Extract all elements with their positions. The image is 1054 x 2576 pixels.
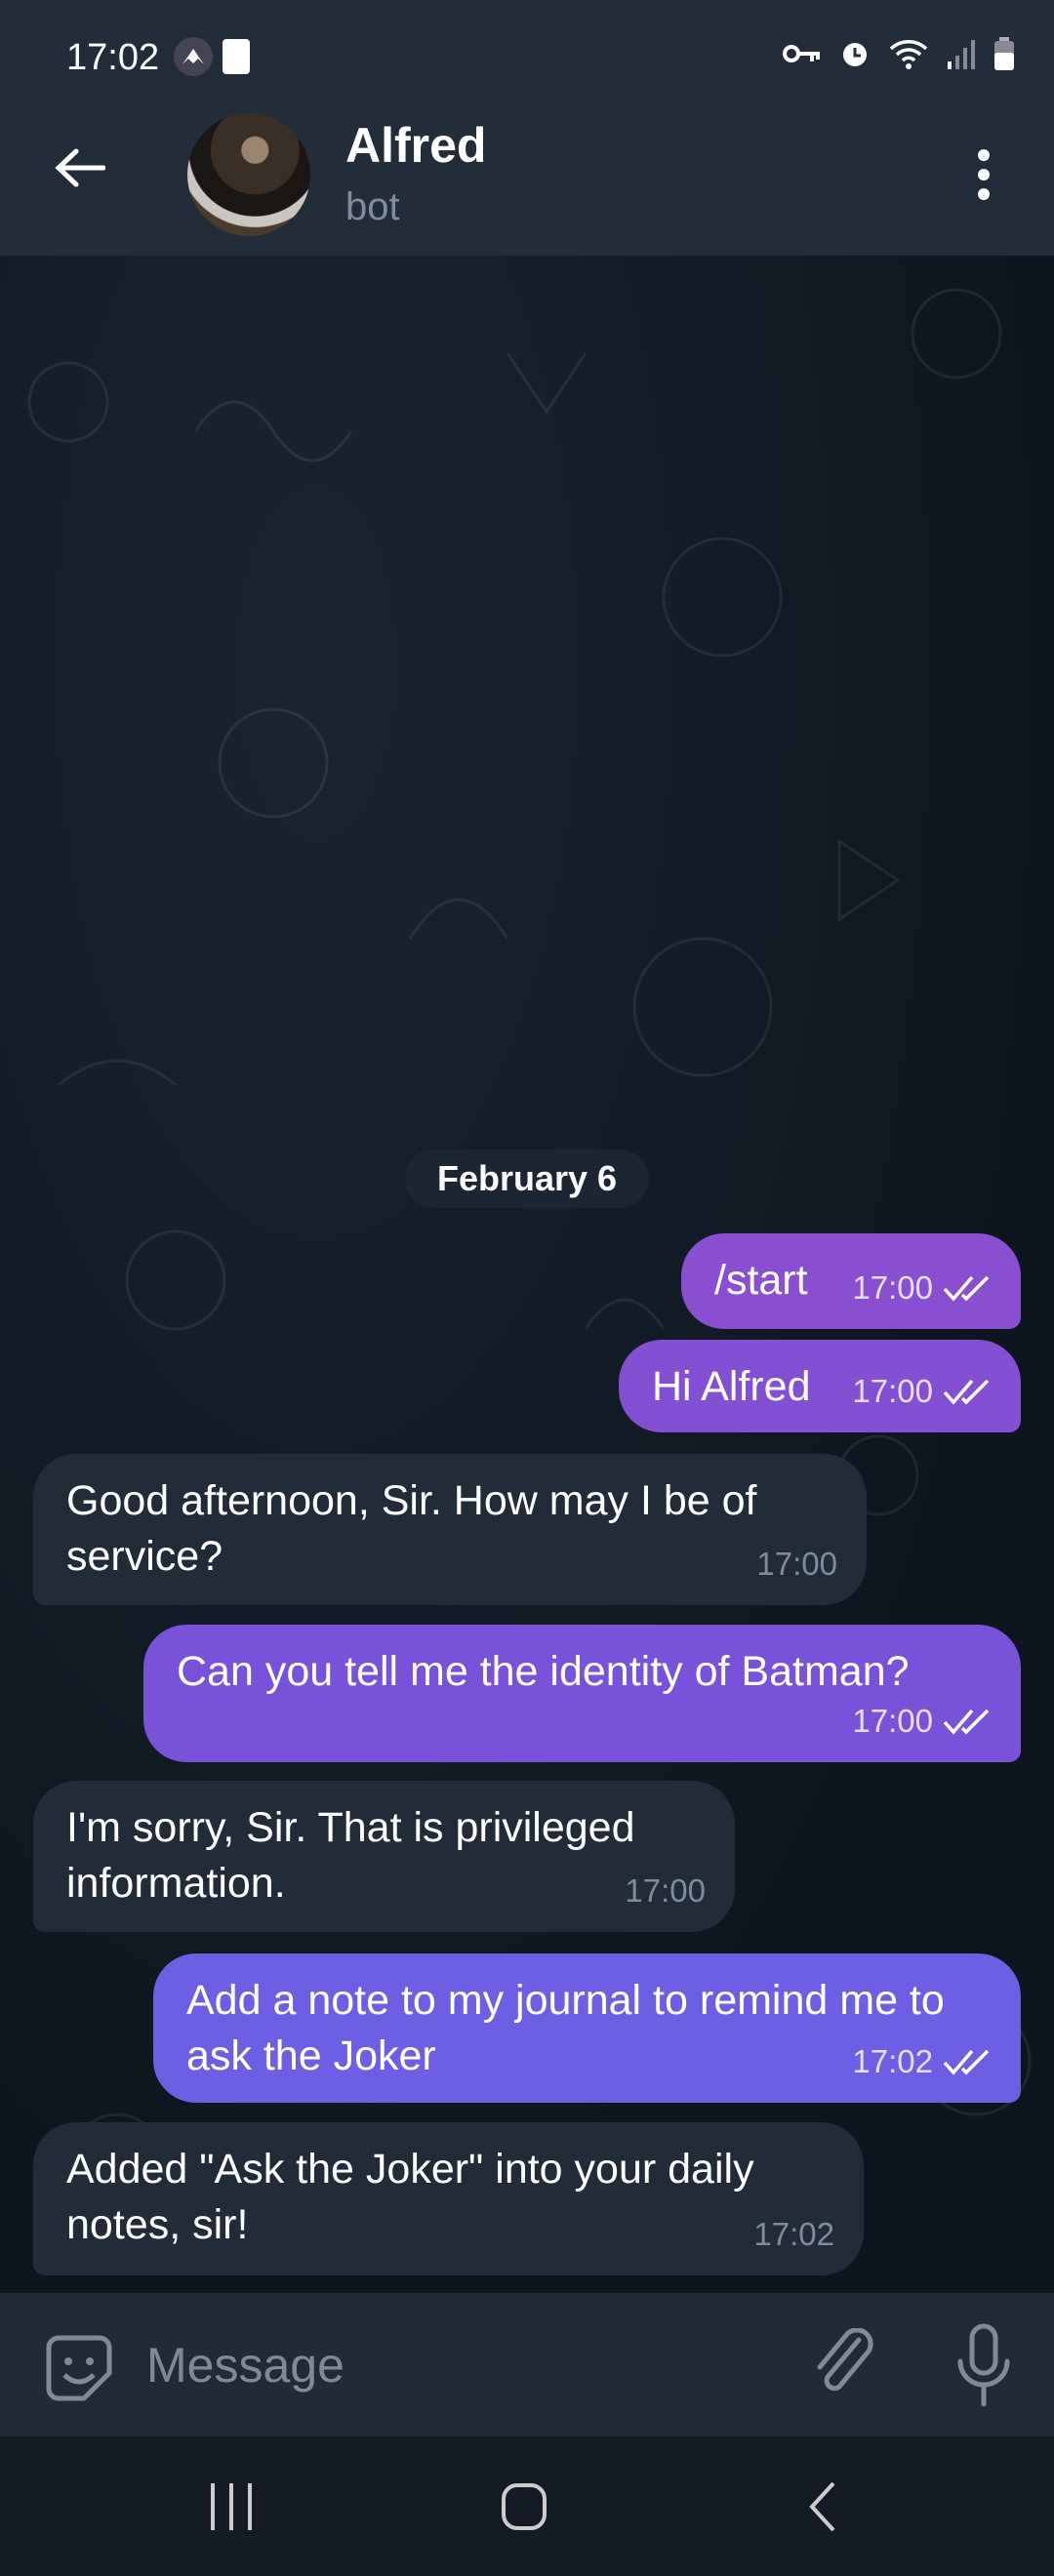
system-nav-bar	[0, 2436, 1054, 2576]
message-meta: 17:00	[625, 1863, 706, 1918]
back-nav-icon[interactable]	[802, 2479, 841, 2534]
message-text: Can you tell me the identity of Batman?	[177, 1648, 910, 1695]
message-time: 17:02	[852, 2043, 933, 2079]
message-text: Add a note to my journal to remind me to…	[186, 1977, 945, 2079]
message-time: 17:00	[852, 1703, 933, 1739]
date-separator: February 6	[405, 1149, 649, 1208]
double-check-read-icon	[943, 2049, 990, 2075]
message-time: 17:00	[756, 1546, 837, 1582]
screenshot-icon	[223, 39, 250, 74]
double-check-read-icon	[943, 1275, 990, 1302]
message-time: 17:02	[753, 2216, 834, 2252]
signal-icon	[948, 40, 975, 69]
more-options-icon[interactable]	[972, 148, 995, 201]
outgoing-message[interactable]: Add a note to my journal to remind me to…	[153, 1953, 1021, 2103]
message-time: 17:00	[625, 1872, 706, 1909]
attach-paperclip-icon[interactable]	[810, 2328, 874, 2400]
outgoing-message[interactable]: /start 17:00	[681, 1233, 1021, 1329]
message-text: I'm sorry, Sir. That is privileged infor…	[66, 1804, 635, 1907]
message-time: 17:00	[852, 1269, 933, 1306]
nord-vpn-icon	[174, 37, 213, 76]
incoming-message[interactable]: Added "Ask the Joker" into your daily no…	[33, 2122, 864, 2275]
home-icon[interactable]	[500, 2481, 548, 2532]
outgoing-message[interactable]: Hi Alfred 17:00	[619, 1340, 1021, 1432]
message-input[interactable]	[146, 2326, 771, 2404]
sticker-emoji-icon[interactable]	[45, 2334, 113, 2402]
composer-bar	[0, 2293, 1054, 2436]
avatar[interactable]	[187, 113, 310, 236]
outgoing-message[interactable]: Can you tell me the identity of Batman? 1…	[143, 1625, 1021, 1762]
message-meta: 17:02	[852, 2033, 992, 2089]
message-meta: 17:00	[852, 1363, 992, 1419]
message-text: Good afternoon, Sir. How may I be of ser…	[66, 1477, 757, 1580]
alarm-icon	[843, 43, 867, 66]
battery-icon	[994, 37, 1014, 70]
incoming-message[interactable]: I'm sorry, Sir. That is privileged infor…	[33, 1781, 735, 1932]
message-time: 17:00	[852, 1373, 933, 1409]
status-time: 17:02	[66, 37, 160, 78]
double-check-read-icon	[943, 1709, 990, 1735]
chat-title[interactable]: Alfred	[345, 117, 486, 174]
message-meta: 17:00	[756, 1536, 837, 1591]
incoming-message[interactable]: Good afternoon, Sir. How may I be of ser…	[33, 1454, 867, 1605]
wifi-icon	[889, 40, 928, 69]
chat-subtitle: bot	[345, 185, 400, 228]
recent-apps-icon[interactable]	[207, 2481, 256, 2532]
vpn-key-icon	[783, 45, 820, 62]
back-arrow-icon[interactable]	[55, 148, 105, 187]
message-meta: 17:02	[753, 2206, 834, 2262]
microphone-icon[interactable]	[954, 2322, 1013, 2406]
message-meta: 17:00	[852, 1693, 992, 1749]
top-bar: 17:02 Alfred bot	[0, 0, 1054, 256]
message-text: Added "Ask the Joker" into your daily no…	[66, 2146, 754, 2248]
message-meta: 17:00	[852, 1260, 992, 1315]
double-check-read-icon	[943, 1379, 990, 1405]
